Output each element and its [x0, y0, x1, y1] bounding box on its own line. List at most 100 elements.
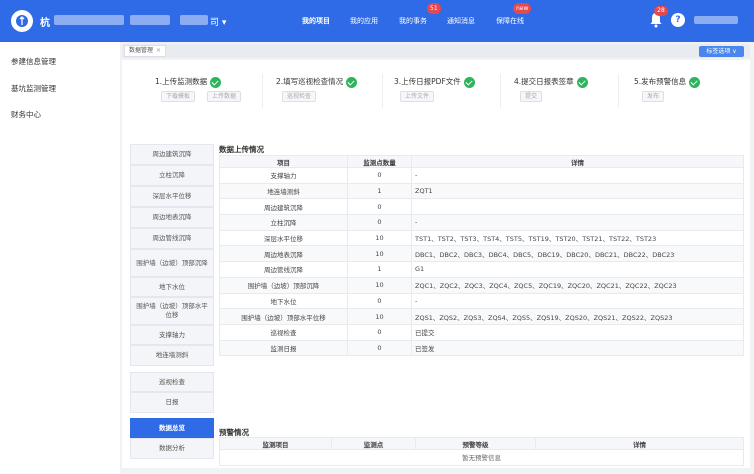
table-row: 地下水位 0- — [219, 292, 744, 310]
step-title: 3.上传日报PDF文件 — [394, 76, 475, 88]
empty-message: 暂无预警信息 — [219, 449, 744, 466]
divider — [262, 74, 263, 108]
step-inspection: 2.填写巡视检查情况 巡视检查 — [276, 76, 388, 114]
submit-button[interactable]: 提交 — [520, 91, 543, 102]
check-icon — [689, 76, 701, 88]
menu-item[interactable]: 日报 — [130, 392, 214, 413]
menu-item[interactable]: 数据分析 — [130, 438, 214, 459]
cell: 已提交 — [411, 323, 744, 341]
menu-item[interactable]: 周边建筑沉降 — [130, 144, 214, 165]
cell: DBC1、DBC2、DBC3、DBC4、DBC5、DBC19、DBC20、DBC… — [411, 245, 744, 263]
cell: G1 — [411, 261, 744, 278]
menu-item[interactable]: 围护墙（边坡）顶部水平位移 — [130, 297, 214, 325]
table-row: 巡视检查 0 已提交 — [219, 323, 744, 341]
column-header: 监测点 — [331, 437, 416, 450]
table-row: 周边管线沉降 1 G1 — [219, 261, 744, 278]
menu-item[interactable]: 周边管线沉降 — [130, 228, 214, 249]
nav-notifications[interactable]: 通知消息 — [447, 16, 475, 26]
redacted-org-name — [130, 15, 170, 25]
logo[interactable] — [11, 10, 33, 32]
menu-item[interactable]: 地下水位 — [130, 277, 214, 297]
logo-icon — [16, 15, 28, 27]
new-badge: new — [513, 3, 532, 14]
cell: 10 — [347, 276, 412, 294]
cell: 立柱沉降 — [219, 214, 348, 231]
cell: TST1、TST2、TST3、TST4、TST5、TST19、TST20、TST… — [411, 229, 744, 247]
menu-item[interactable]: 支撑轴力 — [130, 325, 214, 345]
cell: 深层水平位移 — [219, 229, 348, 247]
menu-item[interactable]: 地连墙测斜 — [130, 345, 214, 366]
column-header: 监测项目 — [219, 437, 332, 450]
cell: 0 — [347, 167, 412, 184]
cell: 周边管线沉降 — [219, 261, 348, 278]
cell: 地连墙测斜 — [219, 182, 348, 200]
upload-file-button[interactable]: 上传文件 — [400, 91, 435, 102]
nav-my-apps[interactable]: 我的应用 — [350, 16, 378, 26]
cell: 0 — [347, 339, 412, 357]
step-title: 1.上传监测数据 — [155, 76, 222, 88]
step-title: 4.提交日报表签章 — [514, 76, 588, 88]
table-row: 支撑轴力 0- — [219, 167, 744, 184]
cell: 1 — [347, 261, 412, 278]
table-row: 立柱沉降 0- — [219, 214, 744, 231]
cell: 1 — [347, 182, 412, 200]
org-switcher[interactable]: 司 ▾ — [210, 15, 226, 28]
step-title: 5.发布预警信息 — [634, 76, 701, 88]
sidebar-item-participants[interactable]: 参建信息管理 — [11, 56, 56, 67]
upload-data-button[interactable]: 上传数据 — [207, 91, 242, 102]
org-name: 杭 — [40, 18, 50, 29]
check-icon — [346, 76, 358, 88]
table-row: 监测日报 0 已签发 — [219, 339, 744, 357]
cell: 围护墙（边坡）顶部水平位移 — [219, 308, 348, 325]
tag-options-dropdown[interactable]: 标签选项 ∨ — [699, 46, 744, 57]
divider — [618, 74, 619, 108]
cell: - — [411, 167, 744, 184]
cell: 周边地表沉降 — [219, 245, 348, 263]
menu-item[interactable]: 深层水平位移 — [130, 186, 214, 207]
menu-item[interactable]: 围护墙（边坡）顶部沉降 — [130, 249, 214, 277]
column-header: 项目 — [219, 155, 348, 168]
cell: ZQT1 — [411, 182, 744, 200]
tab-data-management[interactable]: 数据管理 × — [124, 45, 167, 57]
tab-label: 数据管理 — [129, 47, 154, 54]
upload-table: 项目 监测点数量 详情 支撑轴力 0- 地连墙测斜 1 ZQT1 周边建筑沉降 0 立柱… — [219, 155, 744, 357]
cell: 0 — [347, 214, 412, 231]
table-row: 周边地表沉降 10 DBC1、DBC2、DBC3、DBC4、DBC5、DBC19、D… — [219, 245, 744, 263]
menu-item[interactable]: 巡视检查 — [130, 372, 214, 392]
sidebar-item-pit-monitoring[interactable]: 基坑监测管理 — [11, 83, 56, 94]
menu-item[interactable]: 周边地表沉降 — [130, 207, 214, 228]
divider — [382, 74, 383, 108]
check-icon — [463, 76, 475, 88]
check-icon — [210, 76, 222, 88]
warning-table: 监测项目 监测点 预警等级 详情 暂无预警信息 — [219, 437, 744, 466]
step-title: 2.填写巡视检查情况 — [276, 76, 358, 88]
cell: 巡视检查 — [219, 323, 348, 341]
redacted-org-name — [54, 15, 124, 25]
empty-row: 暂无预警信息 — [219, 449, 744, 466]
publish-button[interactable]: 发布 — [642, 91, 665, 102]
redacted-username[interactable] — [694, 16, 738, 24]
table-row: 周边建筑沉降 0 — [219, 198, 744, 216]
column-header: 预警等级 — [415, 437, 536, 450]
help-icon[interactable]: ? — [671, 13, 685, 27]
top-header: 杭 司 ▾ 我的项目 我的应用 我的事务 51 通知消息 保障在线 new 28… — [0, 0, 754, 42]
inspection-button[interactable]: 巡视检查 — [282, 91, 317, 102]
cell: 地下水位 — [219, 292, 348, 310]
close-icon[interactable]: × — [156, 47, 161, 54]
check-icon — [576, 76, 588, 88]
bell-badge: 28 — [654, 6, 668, 16]
download-template-button[interactable]: 下载模板 — [161, 91, 196, 102]
cell: 监测日报 — [219, 339, 348, 357]
nav-my-projects[interactable]: 我的项目 — [302, 16, 330, 26]
menu-item-data-overview[interactable]: 数据总览 — [130, 418, 214, 438]
nav-my-affairs[interactable]: 我的事务 — [399, 16, 427, 26]
nav-support-online[interactable]: 保障在线 — [496, 16, 524, 26]
tab-bar: 数据管理 × 标签选项 ∨ — [122, 44, 750, 58]
cell: ZQS1、ZQS2、ZQS3、ZQS4、ZQS5、ZQS19、ZQS20、ZQS… — [411, 308, 744, 325]
menu-item[interactable]: 立柱沉降 — [130, 165, 214, 186]
cell: ZQC1、ZQC2、ZQC3、ZQC4、ZQC5、ZQC19、ZQC20、ZQC… — [411, 276, 744, 294]
table-row: 地连墙测斜 1 ZQT1 — [219, 182, 744, 200]
step-upload-pdf: 3.上传日报PDF文件 上传文件 — [394, 76, 506, 114]
sidebar-item-finance[interactable]: 财务中心 — [11, 109, 41, 120]
cell: 10 — [347, 229, 412, 247]
